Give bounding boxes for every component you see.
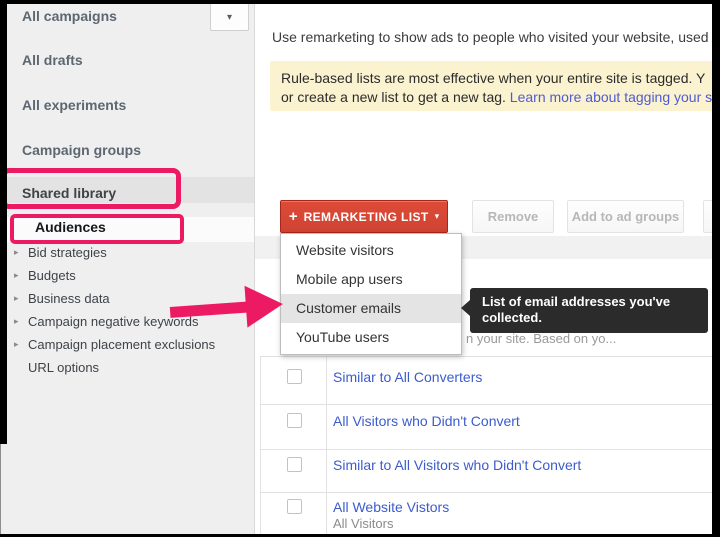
disclosure-triangle-icon: ▸: [14, 247, 19, 258]
menu-item-mobile-app-users[interactable]: Mobile app users: [281, 265, 461, 294]
remarketing-list-button-label: REMARKETING LIST: [304, 210, 429, 224]
audience-list-link[interactable]: Similar to All Visitors who Didn't Conve…: [333, 457, 581, 473]
frame-border-top: [0, 0, 720, 4]
notice-line-2: or create a new list to get a new tag. L…: [281, 88, 720, 107]
sidebar-item-budgets[interactable]: Budgets: [28, 268, 76, 283]
disclosure-triangle-icon: ▸: [14, 339, 19, 350]
sidebar-item-campaign-groups[interactable]: Campaign groups: [22, 142, 141, 158]
notice-banner: Rule-based lists are most effective when…: [270, 61, 720, 111]
customer-emails-tooltip: List of email addresses you've collected…: [470, 288, 708, 333]
row-checkbox[interactable]: [287, 457, 302, 472]
chevron-down-icon: ▾: [227, 12, 232, 23]
remove-button[interactable]: Remove: [472, 200, 554, 233]
plus-icon: +: [289, 209, 298, 224]
sidebar-item-business-data[interactable]: Business data: [28, 291, 110, 306]
table-row-divider: [260, 492, 712, 493]
disclosure-triangle-icon: ▸: [14, 293, 19, 304]
arrow-head: [244, 283, 284, 327]
screenshot-frame: ▾ All campaigns All drafts All experimen…: [0, 0, 720, 537]
sidebar-item-all-experiments[interactable]: All experiments: [22, 97, 126, 113]
caret-down-icon: ▾: [435, 211, 440, 222]
sidebar-item-campaign-placement-exclusions[interactable]: Campaign placement exclusions: [28, 337, 215, 352]
background-row-description-fragment: n your site. Based on yo...: [466, 331, 616, 346]
frame-border-left: [0, 0, 7, 444]
tooltip-text: List of email addresses you've collected…: [482, 294, 670, 325]
remarketing-list-dropdown-menu: Website visitors Mobile app users Custom…: [280, 233, 462, 355]
table-left-border: [260, 356, 261, 534]
row-checkbox[interactable]: [287, 413, 302, 428]
table-border-line: [260, 356, 712, 357]
notice-line-1: Rule-based lists are most effective when…: [281, 69, 720, 88]
menu-item-customer-emails[interactable]: Customer emails: [281, 294, 461, 323]
frame-border-left-thin: [0, 444, 1, 534]
tooltip-arrow-left-icon: [461, 300, 470, 316]
menu-item-youtube-users[interactable]: YouTube users: [281, 323, 461, 352]
disclosure-triangle-icon: ▸: [14, 316, 19, 327]
notice-line-2-text: or create a new list to get a new tag.: [281, 89, 510, 105]
campaigns-dropdown-button[interactable]: ▾: [210, 3, 249, 31]
row-checkbox[interactable]: [287, 499, 302, 514]
add-to-ad-groups-button[interactable]: Add to ad groups: [567, 200, 684, 233]
annotation-box-shared-library: [1, 168, 181, 209]
audience-list-subtext: All Visitors: [333, 516, 393, 531]
arrow-shaft: [170, 301, 251, 318]
intro-text: Use remarketing to show ads to people wh…: [272, 29, 709, 45]
audience-list-link[interactable]: All Website Vistors: [333, 499, 449, 515]
sidebar-item-all-drafts[interactable]: All drafts: [22, 52, 83, 68]
sidebar-item-all-campaigns[interactable]: All campaigns: [22, 8, 117, 24]
frame-border-right: [712, 0, 720, 537]
sidebar-item-bid-strategies[interactable]: Bid strategies: [28, 245, 107, 260]
learn-more-link[interactable]: Learn more about tagging your s: [510, 89, 712, 105]
disclosure-triangle-icon: ▸: [14, 270, 19, 281]
sidebar: ▾ All campaigns All drafts All experimen…: [0, 0, 255, 537]
annotation-box-audiences: [10, 214, 184, 244]
sidebar-item-url-options[interactable]: URL options: [28, 360, 99, 375]
table-row-divider: [260, 404, 712, 405]
table-row-divider: [260, 449, 712, 450]
row-checkbox[interactable]: [287, 369, 302, 384]
menu-item-website-visitors[interactable]: Website visitors: [281, 236, 461, 265]
audience-list-link[interactable]: All Visitors who Didn't Convert: [333, 413, 520, 429]
audience-list-link[interactable]: Similar to All Converters: [333, 369, 482, 385]
checkbox-column-divider: [326, 356, 327, 534]
remarketing-list-button[interactable]: + REMARKETING LIST ▾: [280, 200, 448, 233]
annotation-arrow-right-icon: [169, 283, 285, 333]
